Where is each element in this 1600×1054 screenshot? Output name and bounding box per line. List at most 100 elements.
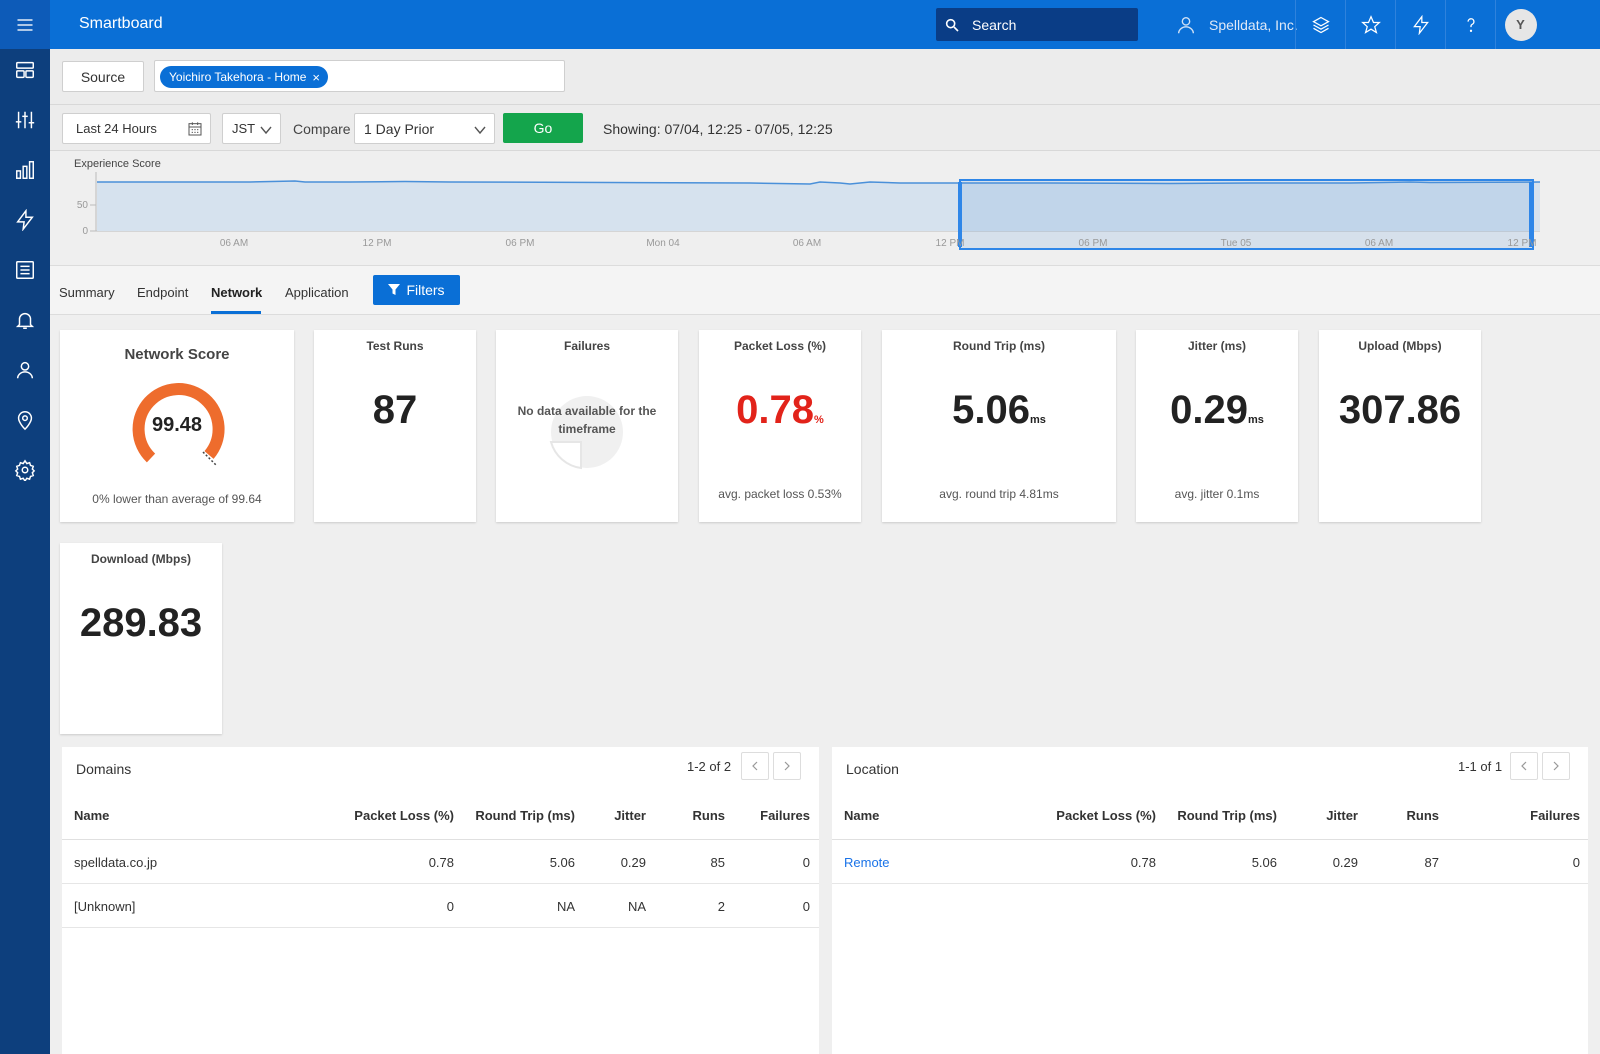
column-header[interactable]: Jitter xyxy=(614,808,646,823)
card-title: Jitter (ms) xyxy=(1187,339,1246,353)
search-box[interactable] xyxy=(936,8,1138,41)
failures-card[interactable]: Failures No data available for the timef… xyxy=(496,330,678,522)
jitter-card[interactable]: Jitter (ms) 0.29ms avg. jitter 0.1ms xyxy=(1136,330,1298,522)
showing-range: Showing: 07/04, 12:25 - 07/05, 12:25 xyxy=(603,121,833,137)
card-title: Packet Loss (%) xyxy=(733,339,827,353)
tab-summary[interactable]: Summary xyxy=(59,285,115,300)
close-icon[interactable]: × xyxy=(312,70,320,85)
bar-chart-icon[interactable] xyxy=(0,150,50,190)
jitter-cell: 0.29 xyxy=(1332,855,1358,870)
favorites-button[interactable] xyxy=(1345,0,1395,49)
table-row[interactable]: [Unknown] 0 NA NA 2 0 xyxy=(62,885,819,928)
compare-label: Compare xyxy=(293,121,351,137)
lightning-icon[interactable] xyxy=(0,200,50,240)
test-runs-value: 87 xyxy=(372,388,418,432)
column-header[interactable]: Failures xyxy=(1530,808,1580,823)
round-trip-average: avg. round trip 4.81ms xyxy=(939,487,1059,501)
layers-button[interactable] xyxy=(1295,0,1345,49)
network-score-card[interactable]: Network Score 99.48 0% lower than averag… xyxy=(60,330,294,522)
gear-icon[interactable] xyxy=(0,450,50,490)
column-header[interactable]: Jitter xyxy=(1326,808,1358,823)
packet-loss-cell: 0.78 xyxy=(428,855,454,870)
location-pin-icon[interactable] xyxy=(0,400,50,440)
next-page-button[interactable] xyxy=(1542,752,1570,780)
compare-value: 1 Day Prior xyxy=(364,120,435,137)
filters-button[interactable]: Filters xyxy=(373,275,460,305)
column-header[interactable]: Name xyxy=(844,808,879,823)
experience-score-chart[interactable]: Experience Score 50 0 06 AM 12 PM 06 PM … xyxy=(50,152,1600,264)
column-header[interactable]: Failures xyxy=(760,808,810,823)
chevron-right-icon xyxy=(784,761,790,771)
source-button[interactable]: Source xyxy=(62,61,144,92)
timezone-select[interactable]: JST xyxy=(222,113,281,144)
calendar-icon[interactable] xyxy=(187,121,203,137)
column-header[interactable]: Round Trip (ms) xyxy=(1177,808,1277,823)
source-chip[interactable]: Yoichiro Takehora - Home × xyxy=(160,66,329,88)
y-tick-label: 50 xyxy=(77,200,89,211)
alerts-button[interactable] xyxy=(1395,0,1445,49)
user-icon[interactable] xyxy=(0,350,50,390)
tab-endpoint[interactable]: Endpoint xyxy=(137,285,188,300)
x-tick-label: 06 PM xyxy=(506,238,535,249)
sliders-icon[interactable] xyxy=(0,100,50,140)
column-header[interactable]: Runs xyxy=(1407,808,1440,823)
network-score-comparison: 0% lower than average of 99.64 xyxy=(92,492,262,506)
next-page-button[interactable] xyxy=(773,752,801,780)
column-header[interactable]: Name xyxy=(74,808,109,823)
go-button[interactable]: Go xyxy=(503,113,583,143)
profile-button[interactable]: Y xyxy=(1495,0,1545,49)
round-trip-value: 5.06ms xyxy=(952,388,1046,432)
network-score-value: 99.48 xyxy=(151,414,203,436)
lightning-icon xyxy=(1412,14,1429,35)
x-tick-label: 06 AM xyxy=(793,238,821,249)
prev-page-button[interactable] xyxy=(1510,752,1538,780)
star-icon xyxy=(1360,14,1381,34)
failures-cell: 0 xyxy=(1572,855,1580,870)
column-header[interactable]: Packet Loss (%) xyxy=(1056,808,1156,823)
card-title: Failures xyxy=(563,339,611,353)
x-tick-label: 06 AM xyxy=(220,238,248,249)
card-title: Network Score xyxy=(124,346,230,363)
hamburger-menu-icon[interactable] xyxy=(0,0,50,49)
round-trip-card[interactable]: Round Trip (ms) 5.06ms avg. round trip 4… xyxy=(882,330,1116,522)
time-range-select[interactable]: Last 24 Hours xyxy=(62,113,211,144)
card-title: Download (Mbps) xyxy=(91,552,191,566)
list-icon[interactable] xyxy=(0,250,50,290)
packet-loss-card[interactable]: Packet Loss (%) 0.78% avg. packet loss 0… xyxy=(699,330,861,522)
org-selector[interactable]: Spelldata, Inc. xyxy=(1175,0,1298,49)
search-input[interactable] xyxy=(972,16,1122,33)
dashboard-icon[interactable] xyxy=(0,50,50,90)
tab-network[interactable]: Network xyxy=(211,285,262,300)
table-row[interactable]: Remote 0.78 5.06 0.29 87 0 xyxy=(832,841,1588,884)
timezone-value: JST xyxy=(232,121,256,136)
test-runs-card[interactable]: Test Runs 87 xyxy=(314,330,476,522)
failures-cell: 0 xyxy=(802,899,810,914)
x-tick-label: 12 PM xyxy=(1508,238,1537,249)
app-title[interactable]: Smartboard xyxy=(79,15,163,33)
help-button[interactable] xyxy=(1445,0,1495,49)
round-trip-cell: NA xyxy=(556,899,575,914)
upload-card[interactable]: Upload (Mbps) 307.86 xyxy=(1319,330,1481,522)
source-field[interactable]: Yoichiro Takehora - Home × xyxy=(154,60,565,92)
bell-icon[interactable] xyxy=(0,300,50,340)
location-link[interactable]: Remote xyxy=(844,855,890,870)
packet-loss-average: avg. packet loss 0.53% xyxy=(718,487,842,501)
card-title: Test Runs xyxy=(366,339,424,353)
column-header[interactable]: Packet Loss (%) xyxy=(354,808,454,823)
experience-score-plot: 50 0 06 AM 12 PM 06 PM Mon 04 06 AM 12 P… xyxy=(77,172,1541,250)
prev-page-button[interactable] xyxy=(741,752,769,780)
compare-select[interactable]: 1 Day Prior xyxy=(354,113,495,144)
download-card[interactable]: Download (Mbps) 289.83 xyxy=(60,543,222,734)
domain-name: spelldata.co.jp xyxy=(74,855,158,870)
round-trip-cell: 5.06 xyxy=(1251,855,1277,870)
tab-application[interactable]: Application xyxy=(285,285,349,300)
chevron-down-icon xyxy=(260,126,272,135)
domain-name: [Unknown] xyxy=(74,899,136,914)
column-header[interactable]: Runs xyxy=(693,808,726,823)
tab-bar: Summary Endpoint Network Application Fil… xyxy=(50,265,1600,315)
table-row[interactable]: spelldata.co.jp 0.78 5.06 0.29 85 0 xyxy=(62,841,819,884)
column-header[interactable]: Round Trip (ms) xyxy=(475,808,575,823)
round-trip-cell: 5.06 xyxy=(549,855,575,870)
runs-cell: 2 xyxy=(717,899,725,914)
controls-row: Last 24 Hours JST Compare 1 Day Prior Go… xyxy=(50,105,1600,151)
